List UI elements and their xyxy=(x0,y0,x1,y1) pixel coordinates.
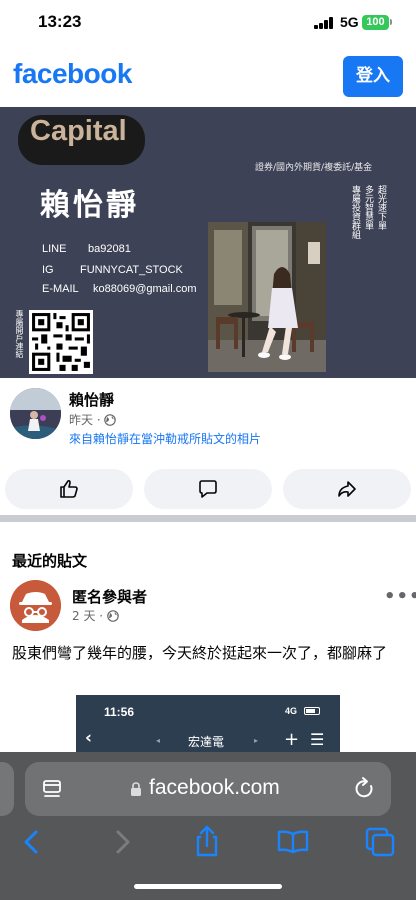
reload-icon[interactable] xyxy=(353,776,377,802)
post-meta: 昨天 · xyxy=(69,411,117,428)
embed-plus-icon: + xyxy=(284,729,300,750)
share-icon[interactable] xyxy=(189,824,225,860)
qr-side-text: 專屬開戶連結 xyxy=(15,310,24,358)
recent-post-author[interactable]: 匿名參與者 xyxy=(72,586,147,607)
battery-icon: 100 xyxy=(362,15,389,30)
brand-logo: Capital xyxy=(30,115,127,147)
facebook-logo[interactable]: facebook xyxy=(13,58,132,90)
embed-network: 4G xyxy=(285,706,298,716)
recent-post-meta: 2 天 · xyxy=(72,607,119,624)
recent-post-time: 2 天 · xyxy=(72,609,104,623)
woman-photo xyxy=(208,222,326,372)
embed-menu-icon: ☰ xyxy=(310,730,325,749)
tabs-icon[interactable] xyxy=(362,824,398,860)
previous-tab-card[interactable] xyxy=(0,762,14,816)
forward-icon[interactable] xyxy=(104,824,140,860)
back-icon[interactable] xyxy=(14,824,50,860)
thumbs-up-icon xyxy=(60,479,78,498)
embed-time: 11:56 xyxy=(104,705,135,719)
safari-toolbar: facebook.com xyxy=(0,752,416,900)
bookmarks-icon[interactable] xyxy=(275,824,311,860)
embed-title: 宏達電 xyxy=(188,735,225,749)
comment-button[interactable] xyxy=(144,469,272,509)
contact-value: ba92081 xyxy=(88,243,131,255)
contact-label: LINE xyxy=(42,243,67,255)
address-bar[interactable]: facebook.com xyxy=(25,762,391,816)
facebook-header: facebook 登入 xyxy=(0,48,416,106)
post-time: 昨天 · xyxy=(69,413,101,427)
login-button[interactable]: 登入 xyxy=(343,56,403,97)
status-time: 13:23 xyxy=(38,12,82,31)
card-name: 賴怡靜 xyxy=(40,188,139,223)
contact-value: FUNNYCAT_STOCK xyxy=(80,264,183,276)
status-bar: 13:23 5G 100 xyxy=(0,0,416,48)
network-type: 5G xyxy=(340,14,359,30)
embed-next-icon: ▸ xyxy=(254,736,259,745)
anonymous-avatar-icon[interactable] xyxy=(10,580,61,631)
author-avatar[interactable] xyxy=(10,388,61,439)
embed-back-icon: ‹ xyxy=(85,728,93,748)
globe-icon xyxy=(107,610,119,622)
embed-prev-icon: ◂ xyxy=(156,736,161,745)
card-tagline: 證券/國內外期貨/複委託/基金 xyxy=(255,163,373,173)
share-button[interactable] xyxy=(283,469,411,509)
recent-posts-title: 最近的貼文 xyxy=(12,552,88,570)
home-indicator xyxy=(134,884,282,889)
globe-icon xyxy=(104,414,117,426)
embed-battery-icon xyxy=(304,707,320,715)
more-options-icon[interactable]: ••• xyxy=(384,586,416,607)
post-source-link[interactable]: 來自賴怡靜在當沖勒戒所貼文的相片 xyxy=(69,430,261,447)
post-author-name[interactable]: 賴怡靜 xyxy=(69,389,114,410)
like-button[interactable] xyxy=(5,469,133,509)
signal-icon xyxy=(314,17,334,29)
url-text[interactable]: facebook.com xyxy=(149,776,280,800)
speech-bubble-icon xyxy=(199,480,217,498)
card-vertical-text: 多元智慧單 xyxy=(363,185,373,230)
contact-label: IG xyxy=(42,264,54,276)
contact-value: ko88069@gmail.com xyxy=(93,283,197,295)
recent-post-text: 股東們彎了幾年的腰，今天終於挺起來一次了，都腳麻了 xyxy=(12,644,388,662)
post-image[interactable]: Capital 證券/國內外期貨/複委託/基金 賴怡靜 超光速下單 多元智慧單 … xyxy=(0,107,416,378)
lock-icon xyxy=(131,782,141,796)
page-format-icon[interactable] xyxy=(41,778,63,800)
battery-tip xyxy=(390,19,392,25)
card-vertical-text: 超光速下單 xyxy=(376,185,386,230)
qr-code-icon xyxy=(29,310,93,374)
contact-label: E-MAIL xyxy=(42,283,79,295)
embedded-screenshot[interactable]: 11:56 4G ‹ ◂ 宏達電 ▸ + ☰ xyxy=(76,695,340,755)
section-divider xyxy=(0,515,416,522)
card-vertical-text: 專屬投資群組 xyxy=(350,185,360,239)
share-arrow-icon xyxy=(338,481,356,497)
